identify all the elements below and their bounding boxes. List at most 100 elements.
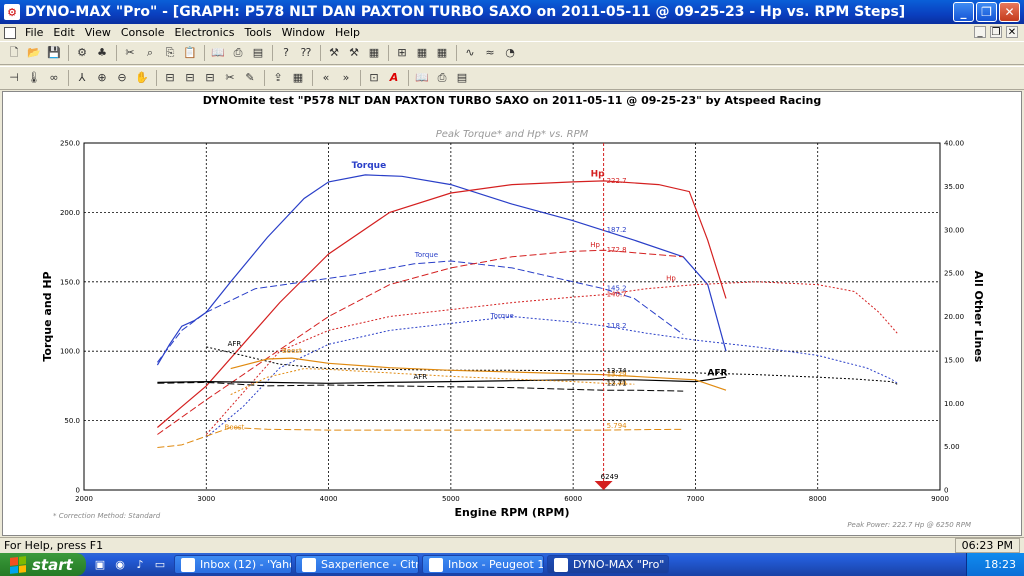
- pan-hand-icon[interactable]: ✋: [134, 70, 150, 86]
- menu-edit[interactable]: Edit: [48, 26, 79, 39]
- settings-icon[interactable]: ⚙: [74, 45, 90, 61]
- paste-icon[interactable]: 📋: [182, 45, 198, 61]
- tools-icon[interactable]: ⚒: [346, 45, 362, 61]
- curve-label: Torque: [352, 161, 387, 171]
- cut-icon[interactable]: ✂: [122, 45, 138, 61]
- task-button-yahoo[interactable]: Inbox (12) - 'Yaho...: [174, 555, 292, 574]
- y-axis-label: Torque and HP: [41, 271, 54, 361]
- tool-icon[interactable]: ✂: [222, 70, 238, 86]
- chart-window-icon[interactable]: ⊡: [366, 70, 382, 86]
- new-file-icon[interactable]: 🗋: [6, 45, 22, 61]
- thermometer-icon[interactable]: 🌡: [26, 70, 42, 86]
- book-icon[interactable]: 📖: [414, 70, 430, 86]
- zoom-in-icon[interactable]: ⊕: [94, 70, 110, 86]
- minimize-button[interactable]: _: [953, 2, 974, 22]
- menu-electronics[interactable]: Electronics: [170, 26, 240, 39]
- graph-window: DYNOmite test "P578 NLT DAN PAXTON TURBO…: [2, 91, 1022, 536]
- y2-tick-label: 10.00: [944, 400, 964, 408]
- toolbar-separator: [320, 45, 321, 61]
- waveform-icon[interactable]: ∿: [462, 45, 478, 61]
- print-preview-icon[interactable]: ▤: [454, 70, 470, 86]
- open-folder-icon[interactable]: 📂: [26, 45, 42, 61]
- rpm-cursor-label: 6249: [601, 473, 619, 481]
- grid-icon[interactable]: ▦: [434, 45, 450, 61]
- menu-window[interactable]: Window: [277, 26, 330, 39]
- task-label: Inbox - Peugeot 1...: [448, 558, 544, 571]
- data-grid-icon[interactable]: ▦: [290, 70, 306, 86]
- toolbar-separator: [272, 45, 273, 61]
- start-button[interactable]: start: [0, 553, 86, 576]
- x-tick-label: 7000: [687, 495, 705, 503]
- menu-view[interactable]: View: [80, 26, 116, 39]
- window-titlebar[interactable]: ⚙ DYNO-MAX "Pro" - [GRAPH: P578 NLT DAN …: [0, 0, 1024, 24]
- layout-icon[interactable]: ⊟: [162, 70, 178, 86]
- find-icon[interactable]: ⌕: [142, 45, 158, 61]
- curve-label: Torque: [490, 312, 514, 320]
- toolbar-separator: [360, 70, 361, 86]
- task-button-peugeot[interactable]: Inbox - Peugeot 1...: [422, 555, 544, 574]
- report-icon[interactable]: ▤: [250, 45, 266, 61]
- y2-tick-label: 5.00: [944, 443, 960, 451]
- x-tick-label: 5000: [442, 495, 460, 503]
- task-label: Inbox (12) - 'Yaho...: [200, 558, 291, 571]
- copy-icon[interactable]: ⎘: [162, 45, 178, 61]
- tree-icon[interactable]: ♣: [94, 45, 110, 61]
- explorer-icon[interactable]: ▭: [152, 557, 168, 573]
- gauge-icon[interactable]: ◔: [502, 45, 518, 61]
- book-icon[interactable]: 📖: [210, 45, 226, 61]
- overlay-icon[interactable]: ∞: [46, 70, 62, 86]
- tune-icon[interactable]: ⚒: [326, 45, 342, 61]
- print-icon[interactable]: ⎙: [434, 70, 450, 86]
- graph-icon[interactable]: ▦: [366, 45, 382, 61]
- menu-file[interactable]: File: [20, 26, 48, 39]
- document-icon[interactable]: [4, 26, 16, 39]
- y2-tick-label: 30.00: [944, 226, 964, 234]
- y-tick-label: 200.0: [60, 209, 80, 217]
- dyno-chart[interactable]: 2000 3000 4000 5000 6000 7000 8000 9000050.0100…: [3, 92, 1021, 535]
- toolbar-separator: [156, 70, 157, 86]
- menu-console[interactable]: Console: [116, 26, 170, 39]
- mdi-restore-button[interactable]: ❐: [990, 26, 1002, 38]
- help-icon[interactable]: ?: [278, 45, 294, 61]
- y2-axis-label: All Other Lines: [972, 271, 985, 363]
- status-bar: For Help, press F1 06:23 PM: [0, 537, 1024, 553]
- next-icon[interactable]: »: [338, 70, 354, 86]
- clock[interactable]: 18:23: [984, 558, 1016, 571]
- context-help-icon[interactable]: ⁇: [298, 45, 314, 61]
- rpm-cursor-marker: [594, 481, 613, 490]
- cursor-readout: 13.29: [607, 371, 627, 379]
- media-icon[interactable]: ♪: [132, 557, 148, 573]
- previous-icon[interactable]: «: [318, 70, 334, 86]
- font-icon[interactable]: A: [386, 70, 402, 86]
- task-button-dynomax[interactable]: DYNO-MAX "Pro" ...: [547, 555, 669, 574]
- menu-help[interactable]: Help: [330, 26, 365, 39]
- browser-icon[interactable]: ◉: [112, 557, 128, 573]
- table-icon[interactable]: ▦: [414, 45, 430, 61]
- zoom-out-icon[interactable]: ⊖: [114, 70, 130, 86]
- mdi-controls: _ ❐ ✕: [974, 26, 1018, 38]
- show-desktop-icon[interactable]: ▣: [92, 557, 108, 573]
- layout3-icon[interactable]: ⊟: [202, 70, 218, 86]
- frequency-icon[interactable]: ≈: [482, 45, 498, 61]
- toolbar-separator: [312, 70, 313, 86]
- pin-icon[interactable]: ⊣: [6, 70, 22, 86]
- plot-icon[interactable]: ⊞: [394, 45, 410, 61]
- export-icon[interactable]: ⇪: [270, 70, 286, 86]
- close-button[interactable]: ✕: [999, 2, 1020, 22]
- task-button-saxperience[interactable]: Saxperience - Citr...: [295, 555, 419, 574]
- cursor-icon[interactable]: ⅄: [74, 70, 90, 86]
- y2-tick-label: 0: [944, 487, 948, 495]
- print-icon[interactable]: ⎙: [230, 45, 246, 61]
- mdi-close-button[interactable]: ✕: [1006, 26, 1018, 38]
- menu-tools[interactable]: Tools: [239, 26, 276, 39]
- edit-icon[interactable]: ✎: [242, 70, 258, 86]
- taskbar: start ▣ ◉ ♪ ▭ Inbox (12) - 'Yaho... Saxp…: [0, 553, 1024, 576]
- mdi-minimize-button[interactable]: _: [974, 26, 986, 38]
- restore-button[interactable]: ❐: [976, 2, 997, 22]
- layout2-icon[interactable]: ⊟: [182, 70, 198, 86]
- cursor-readout: 222.7: [607, 177, 627, 185]
- toolbar-separator: [388, 45, 389, 61]
- toolbar-separator: [408, 70, 409, 86]
- save-icon[interactable]: 💾: [46, 45, 62, 61]
- y2-tick-label: 20.00: [944, 313, 964, 321]
